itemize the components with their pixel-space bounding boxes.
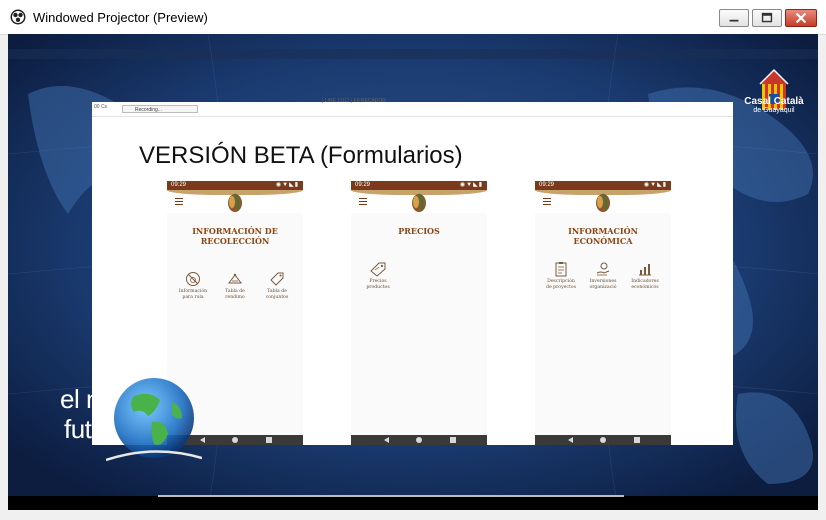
- status-icons: ◉▼◣▮: [275, 182, 299, 188]
- slide-title: VERSIÓN BETA (Formularios): [139, 142, 463, 169]
- item-label: de proyectos: [546, 284, 576, 290]
- menu-icon[interactable]: [359, 198, 367, 205]
- back-icon[interactable]: [384, 437, 389, 443]
- menu-item-inversiones[interactable]: Inversiones organizació: [585, 261, 621, 290]
- app-logo-icon: [228, 193, 242, 212]
- app-logo-icon: [412, 193, 426, 212]
- close-icon: [795, 12, 807, 24]
- status-time: 09:29: [171, 182, 187, 188]
- projector-stage: 00 Cs Recording... | LINE 11111 | F0 REC…: [8, 34, 818, 510]
- menu-item-precios-productos[interactable]: Precios productos: [360, 261, 396, 290]
- casal-subtitle: de Guayaquil: [753, 107, 795, 114]
- item-label: Información: [178, 289, 208, 294]
- projector-window: Windowed Projector (Preview) 00 Cs Recor…: [0, 0, 826, 520]
- menu-item-descripcion-proyectos[interactable]: Descripción de proyectos: [543, 261, 579, 290]
- price-tag-icon: [370, 262, 386, 277]
- title-bar[interactable]: Windowed Projector (Preview): [0, 0, 826, 35]
- home-icon[interactable]: [232, 437, 238, 443]
- recording-toolbar: 00 Cs Recording... | LINE 11111 | F0 REC…: [92, 98, 733, 117]
- close-button[interactable]: [785, 9, 817, 27]
- chart-icon: [639, 264, 651, 276]
- item-label: organizació: [589, 284, 617, 290]
- menu-icon[interactable]: [543, 198, 551, 205]
- screen-title: INFORMACIÓN ECONÓMICA: [568, 226, 638, 246]
- maximize-button[interactable]: [752, 9, 782, 27]
- window-title: Windowed Projector (Preview): [33, 10, 208, 25]
- clipboard-icon: [555, 262, 567, 277]
- item-label: conjuntos: [265, 294, 289, 300]
- globe-icon: [106, 378, 202, 462]
- minimize-icon: [729, 19, 739, 22]
- bottom-divider: [158, 495, 624, 497]
- status-bar: 09:29 ◉▼◣▮: [351, 181, 487, 190]
- recents-icon[interactable]: [634, 437, 640, 443]
- android-nav-bar: [351, 435, 487, 445]
- item-label: Inversiones: [589, 279, 617, 284]
- menu-item-tabla-conjuntos[interactable]: Tabla de conjuntos: [259, 271, 295, 300]
- item-label: Indicadores: [631, 279, 659, 284]
- home-icon[interactable]: [416, 437, 422, 443]
- recents-icon[interactable]: [266, 437, 272, 443]
- screen-title: INFORMACIÓN DE RECOLECCIÓN: [192, 226, 278, 246]
- status-bar: 09:29 ◉▼◣▮: [167, 181, 303, 190]
- app-logo-icon: [596, 193, 610, 212]
- screen-title: PRECIOS: [398, 226, 440, 236]
- back-icon[interactable]: [568, 437, 573, 443]
- item-label: productos: [366, 284, 390, 290]
- status-time: 09:29: [355, 182, 371, 188]
- recents-icon[interactable]: [450, 437, 456, 443]
- item-label: Descripción: [547, 279, 575, 284]
- android-nav-bar: [535, 435, 671, 445]
- menu-item-indicadores[interactable]: Indicadores económicos: [627, 261, 663, 290]
- recording-indicator[interactable]: Recording...: [122, 105, 198, 113]
- item-label: económicos: [631, 284, 659, 290]
- status-icons: ◉▼◣▮: [459, 182, 483, 188]
- phone-screen-economica: 09:29 ◉▼◣▮ INFORMACIÓN ECONÓMICA Descrip…: [535, 181, 671, 445]
- obs-logo-icon: [10, 9, 26, 25]
- scale-icon: [228, 273, 242, 284]
- maximize-icon: [761, 12, 773, 23]
- status-time: 09:29: [539, 182, 555, 188]
- hand-coin-icon: [596, 262, 610, 276]
- menu-icon[interactable]: [175, 198, 183, 205]
- status-icons: ◉▼◣▮: [643, 182, 667, 188]
- menu-item-tabla-rendimo[interactable]: Tabla de rendimo: [217, 271, 253, 300]
- toolbar-top-text: | LINE 11111 | F0 RECADOR: [322, 98, 386, 104]
- toolbar-text: 00 Cs: [94, 104, 108, 110]
- no-fruit-icon: [186, 272, 200, 286]
- tag-icon: [270, 272, 284, 286]
- menu-item-informacion[interactable]: Información para rola: [175, 271, 211, 300]
- minimize-button[interactable]: [719, 9, 749, 27]
- item-label: rendimo: [225, 294, 245, 300]
- home-icon[interactable]: [600, 437, 606, 443]
- phone-screen-precios: 09:29 ◉▼◣▮ PRECIOS Precios productos: [351, 181, 487, 445]
- status-bar: 09:29 ◉▼◣▮: [535, 181, 671, 190]
- item-label: para rola: [182, 294, 204, 300]
